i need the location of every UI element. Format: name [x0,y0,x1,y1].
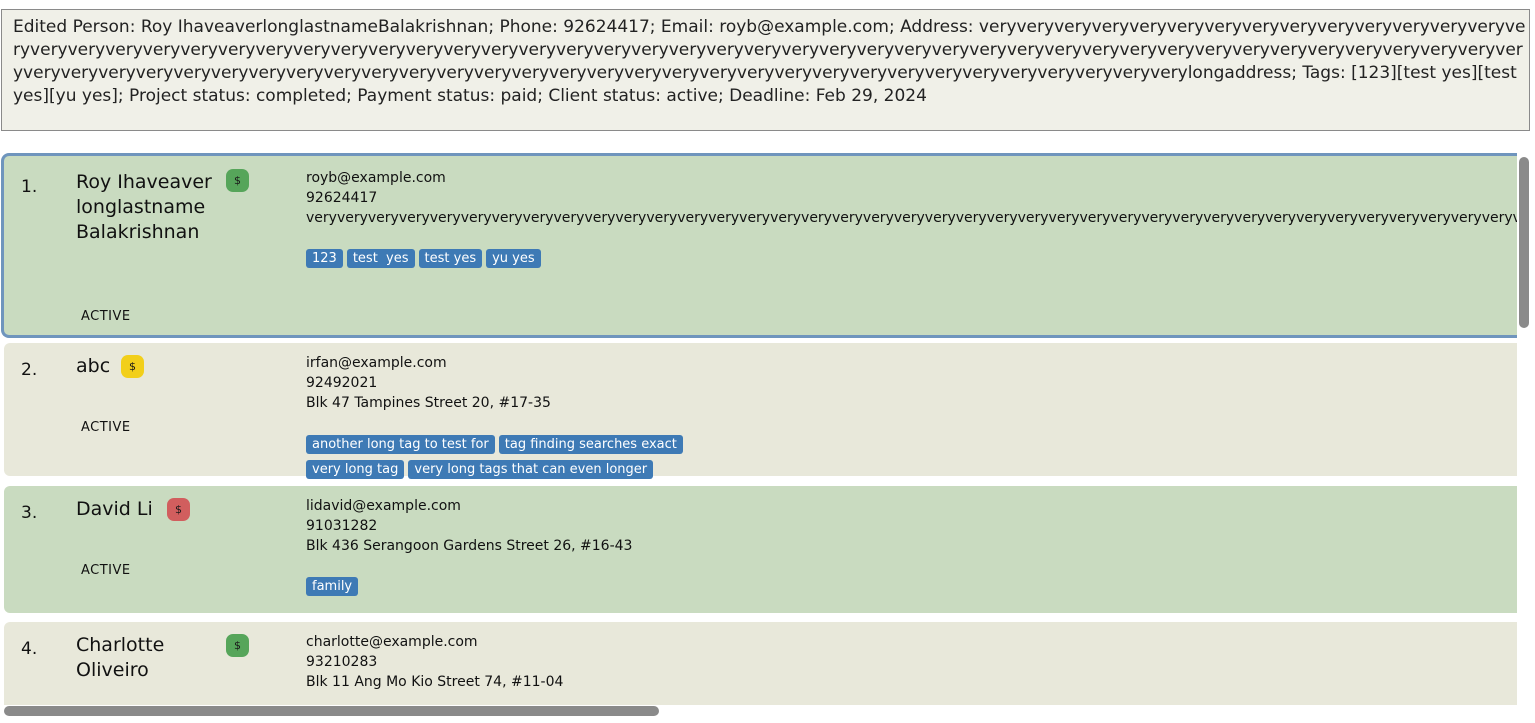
person-phone: 93210283 [306,654,378,670]
tag-list: family [306,575,726,600]
person-email: royb@example.com [306,170,446,186]
horizontal-scrollbar[interactable] [4,706,659,716]
person-email: charlotte@example.com [306,634,478,650]
person-name: Charlotte Oliveiro [76,634,165,681]
person-phone: 91031282 [306,518,378,534]
tag-list: 123 test yes test yes yu yes [306,247,726,272]
result-display: Edited Person: Roy Ihaveaverlonglastname… [1,9,1530,131]
tag: very long tags that can even longer [408,460,654,479]
payment-status-icon: $ [226,634,249,657]
person-card[interactable]: 2. abc $ ACTIVE irfan@example.com 924920… [4,343,1517,479]
person-email: lidavid@example.com [306,498,461,514]
person-phone: 92492021 [306,375,378,391]
person-name: abc [76,355,111,377]
person-name: David Li [76,498,153,520]
person-index: 1. [21,177,38,197]
person-card[interactable]: 3. David Li $ ACTIVE lidavid@example.com… [4,486,1517,613]
payment-status-icon: $ [226,169,249,192]
person-details: charlotte@example.com 93210283 Blk 11 An… [306,632,1517,692]
client-status: ACTIVE [81,563,131,578]
person-phone: 92624417 [306,190,378,206]
person-index: 4. [21,639,38,659]
tag: tag finding searches exact [498,435,683,454]
person-list[interactable]: 1. Roy IhaveaverlonglastnameBalakrishnan… [0,153,1517,705]
person-index: 3. [21,503,38,523]
payment-status-icon: $ [167,498,190,521]
person-address: Blk 47 Tampines Street 20, #17-35 [306,395,551,411]
vertical-scrollbar[interactable] [1519,157,1529,328]
tag: family [306,577,359,596]
tag: test yes [418,249,483,268]
tag: another long tag to test for [306,435,495,454]
person-details: royb@example.com 92624417 veryveryveryve… [306,168,1517,228]
person-card[interactable]: 1. Roy IhaveaverlonglastnameBalakrishnan… [1,153,1517,338]
person-address: Blk 436 Serangoon Gardens Street 26, #16… [306,538,633,554]
person-address: veryveryveryveryveryveryveryveryveryvery… [306,210,1517,226]
client-status: ACTIVE [81,309,131,324]
person-details: irfan@example.com 92492021 Blk 47 Tampin… [306,353,1517,413]
client-status: ACTIVE [81,420,131,435]
person-address: Blk 11 Ang Mo Kio Street 74, #11-04 [306,674,564,690]
payment-status-icon: $ [121,355,144,378]
person-index: 2. [21,360,38,380]
tag-list: another long tag to test for tag finding … [306,433,726,483]
person-details: lidavid@example.com 91031282 Blk 436 Ser… [306,496,1517,556]
person-name: Roy IhaveaverlonglastnameBalakrishnan [76,171,212,243]
person-email: irfan@example.com [306,355,447,371]
tag: yu yes [486,249,541,268]
tag: 123 [306,249,343,268]
tag: test yes [346,249,415,268]
result-text: Edited Person: Roy Ihaveaverlonglastname… [13,17,1526,106]
tag: very long tag [306,460,405,479]
person-card[interactable]: 4. Charlotte Oliveiro $ charlotte@exampl… [4,622,1517,705]
